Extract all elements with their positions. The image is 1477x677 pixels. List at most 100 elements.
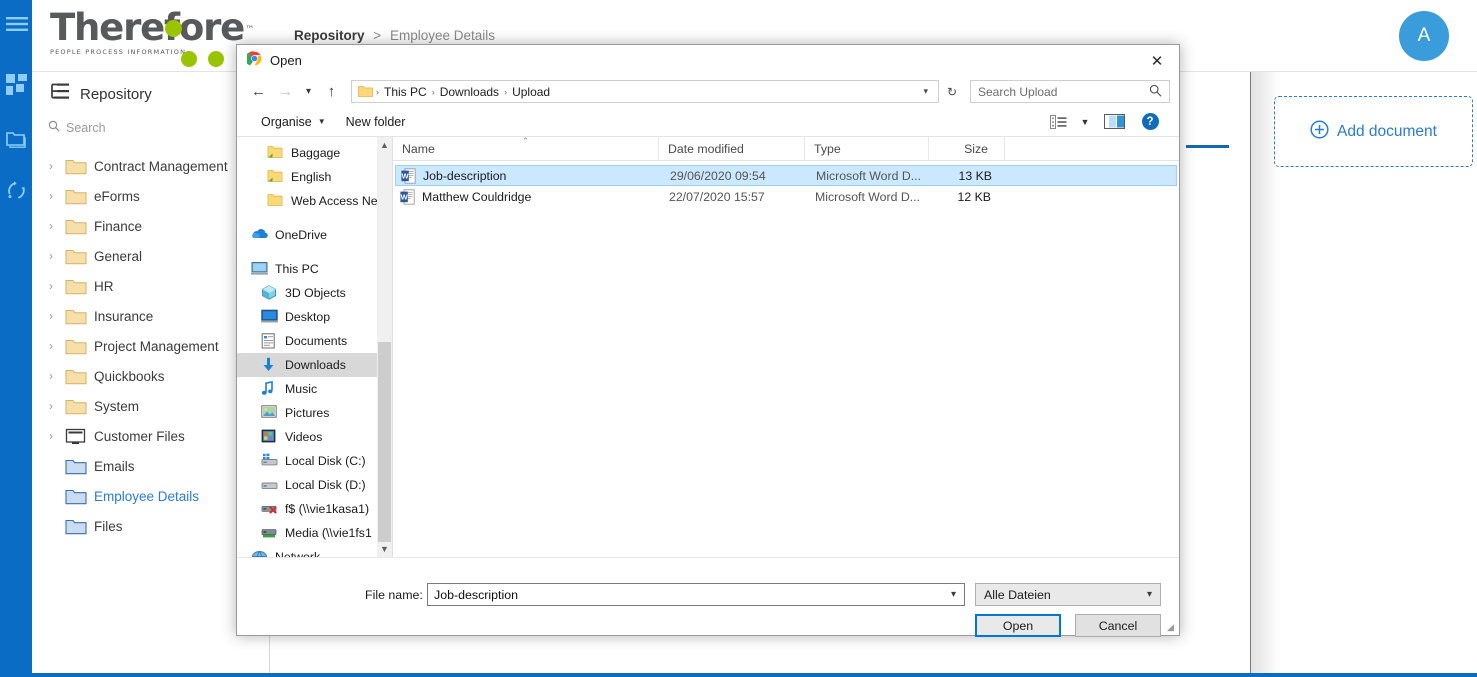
workflow-refresh-icon[interactable] xyxy=(6,180,26,200)
scroll-up-icon[interactable]: ▲ xyxy=(377,137,392,153)
view-list-icon[interactable] xyxy=(1043,110,1073,134)
blue-folder-icon xyxy=(65,488,87,505)
address-dropdown-icon[interactable]: ▾ xyxy=(916,86,935,97)
chevron-right-icon[interactable]: › xyxy=(44,399,58,413)
sidebar-item-employee-details[interactable]: Employee Details xyxy=(32,481,269,511)
file-name-value: Job-description xyxy=(434,588,518,602)
sidebar-item-finance[interactable]: › Finance xyxy=(32,211,269,241)
column-header-label: Date modified xyxy=(668,142,744,156)
nav-pane-item-media-vie1fs1[interactable]: Media (\\vie1fs1 xyxy=(237,521,392,545)
chevron-right-icon[interactable]: › xyxy=(44,219,58,233)
view-dropdown-icon[interactable]: ▼ xyxy=(1077,110,1093,134)
sidebar-item-project-management[interactable]: ›Project Management xyxy=(32,331,269,361)
resize-grip-icon[interactable]: ◢ xyxy=(1167,623,1177,633)
path-segment-1[interactable]: Downloads xyxy=(438,85,501,99)
nav-pane-item-documents[interactable]: Documents xyxy=(237,329,392,353)
nav-pane-item-this-pc[interactable]: This PC xyxy=(237,257,392,281)
nav-pane-item-videos[interactable]: Videos xyxy=(237,425,392,449)
repository-sidebar: Repository Search ›Contract Management›e… xyxy=(32,71,270,677)
svg-text:W: W xyxy=(401,192,408,201)
chevron-down-icon[interactable]: ▾ xyxy=(945,589,962,600)
arrow-up-icon[interactable]: ↑ xyxy=(319,79,344,104)
chevron-right-icon[interactable]: › xyxy=(44,159,58,173)
arrow-right-icon[interactable]: → xyxy=(273,79,298,104)
folder-icon xyxy=(65,338,87,355)
dialog-title-bar[interactable]: Open ✕ xyxy=(237,45,1179,76)
scrollbar-thumb[interactable] xyxy=(378,342,391,542)
scroll-down-icon[interactable]: ▼ xyxy=(377,541,392,557)
sidebar-item-label: Finance xyxy=(94,219,142,234)
sidebar-item-insurance[interactable]: ›Insurance xyxy=(32,301,269,331)
nav-pane-item-music[interactable]: Music xyxy=(237,377,392,401)
breadcrumb-root[interactable]: Repository xyxy=(294,28,365,43)
sidebar-item-quickbooks[interactable]: ›Quickbooks xyxy=(32,361,269,391)
add-document-button[interactable]: Add document xyxy=(1274,96,1473,167)
nav-pane-item-onedrive[interactable]: OneDrive xyxy=(237,223,392,247)
organise-button[interactable]: Organise ▼ xyxy=(251,111,336,133)
path-segment-2[interactable]: Upload xyxy=(510,85,552,99)
nav-pane-item-3d-objects[interactable]: 3D Objects xyxy=(237,281,392,305)
preview-pane-icon[interactable] xyxy=(1097,110,1131,134)
nav-pane-item-local-disk-c[interactable]: Local Disk (C:) xyxy=(237,449,392,473)
nav-pane-item-pictures[interactable]: Pictures xyxy=(237,401,392,425)
nav-pane-item-network[interactable]: Network xyxy=(237,545,392,557)
nav-pane-scrollbar[interactable]: ▲ ▼ xyxy=(377,137,392,557)
hamburger-menu-icon[interactable] xyxy=(6,16,26,36)
sidebar-item-system[interactable]: ›System xyxy=(32,391,269,421)
file-type-filter[interactable]: Alle Dateien ▾ xyxy=(975,583,1161,606)
chevron-down-icon[interactable]: ▾ xyxy=(300,79,317,104)
cancel-button[interactable]: Cancel xyxy=(1075,614,1161,637)
sidebar-item-general[interactable]: ›General xyxy=(32,241,269,271)
file-name-input[interactable]: Job-description ▾ xyxy=(427,583,965,606)
breadcrumb-leaf[interactable]: Employee Details xyxy=(390,28,495,43)
file-row[interactable]: WMatthew Couldridge22/07/2020 15:57Micro… xyxy=(395,186,1177,207)
chevron-right-icon[interactable]: › xyxy=(44,369,58,383)
open-button[interactable]: Open xyxy=(975,614,1061,637)
file-list-rows: WJob-description29/06/2020 09:54Microsof… xyxy=(393,161,1179,207)
path-segment-0[interactable]: This PC xyxy=(382,85,429,99)
column-header-date-modified[interactable]: Date modified xyxy=(659,137,805,160)
folders-icon[interactable] xyxy=(6,129,26,149)
dashboard-grid-icon[interactable] xyxy=(6,74,26,94)
pictures-icon xyxy=(261,405,278,421)
sidebar-item-eforms[interactable]: ›eForms xyxy=(32,181,269,211)
chevron-right-icon[interactable]: › xyxy=(44,279,58,293)
nav-pane-item-local-disk-d[interactable]: Local Disk (D:) xyxy=(237,473,392,497)
search-input[interactable]: Search xyxy=(48,115,255,141)
column-header-type[interactable]: Type xyxy=(805,137,929,160)
folder-shortcut-icon xyxy=(267,169,284,185)
dialog-search-input[interactable]: Search Upload xyxy=(970,80,1170,103)
nav-pane-item-english[interactable]: English xyxy=(237,165,392,189)
sidebar-item-customer-files[interactable]: ›Customer Files xyxy=(32,421,269,451)
nav-pane-item-baggage[interactable]: Baggage xyxy=(237,141,392,165)
close-icon[interactable]: ✕ xyxy=(1135,45,1179,76)
chevron-right-icon[interactable]: › xyxy=(44,309,58,323)
dialog-command-bar: Organise ▼ New folder ▼ ? xyxy=(237,107,1179,137)
add-document-label: Add document xyxy=(1337,123,1437,141)
nav-pane-item-label: Pictures xyxy=(285,406,329,420)
arrow-left-icon[interactable]: ← xyxy=(246,79,271,104)
avatar[interactable]: A xyxy=(1399,11,1449,61)
chevron-right-icon[interactable]: › xyxy=(44,189,58,203)
repository-tree: ›Contract Management›eForms›Finance›Gene… xyxy=(32,151,269,541)
nav-pane-item-f-vie1kasa1[interactable]: f$ (\\vie1kasa1) xyxy=(237,497,392,521)
new-folder-button[interactable]: New folder xyxy=(336,111,416,133)
nav-pane-item-desktop[interactable]: Desktop xyxy=(237,305,392,329)
chevron-right-icon[interactable]: › xyxy=(44,339,58,353)
sidebar-item-emails[interactable]: Emails xyxy=(32,451,269,481)
sidebar-item-hr[interactable]: ›HR xyxy=(32,271,269,301)
file-row[interactable]: WJob-description29/06/2020 09:54Microsof… xyxy=(395,165,1177,186)
column-header-name[interactable]: Name⌃ xyxy=(393,137,659,160)
sidebar-item-files[interactable]: Files xyxy=(32,511,269,541)
sidebar-item-contract-management[interactable]: ›Contract Management xyxy=(32,151,269,181)
nav-pane-item-web-access-nev[interactable]: Web Access Nev xyxy=(237,189,392,213)
file-list-pane: Name⌃ Date modified TypeSize WJob-descript… xyxy=(393,137,1179,557)
nav-pane-item-downloads[interactable]: Downloads xyxy=(237,353,392,377)
help-button[interactable]: ? xyxy=(1135,110,1165,134)
chevron-right-icon[interactable]: › xyxy=(44,249,58,263)
address-bar[interactable]: › This PC › Downloads › Upload ▾ xyxy=(351,80,939,103)
file-name-text: Matthew Couldridge xyxy=(422,190,531,204)
refresh-icon[interactable]: ↻ xyxy=(941,80,963,103)
chevron-right-icon[interactable]: › xyxy=(44,429,58,443)
column-header-size[interactable]: Size xyxy=(929,137,1005,160)
